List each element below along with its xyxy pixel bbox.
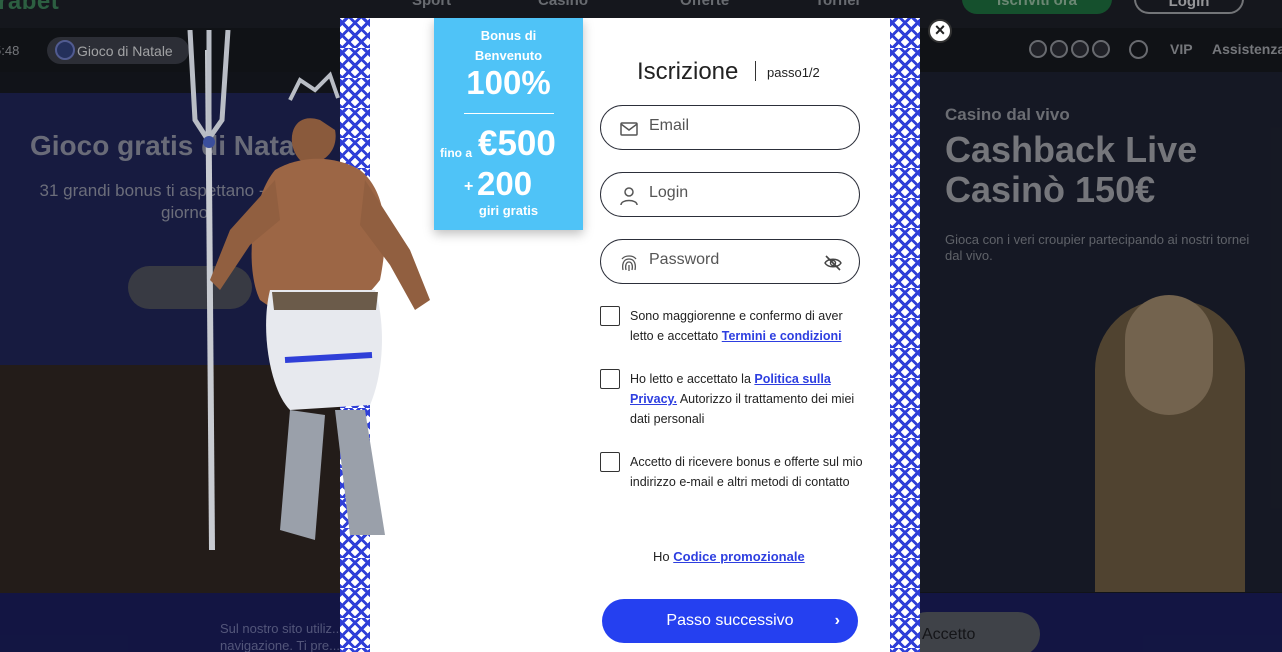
meander-border-right bbox=[890, 18, 920, 652]
title-divider bbox=[755, 61, 756, 81]
close-icon[interactable]: × bbox=[928, 19, 952, 43]
password-input[interactable] bbox=[649, 251, 819, 269]
envelope-icon bbox=[620, 122, 638, 136]
warrior-illustration bbox=[187, 30, 430, 551]
eye-off-icon[interactable] bbox=[823, 253, 843, 273]
registration-title: Iscrizione bbox=[637, 58, 739, 85]
bonus-line2: Benvenuto bbox=[474, 48, 543, 63]
bonus-amount: €500 bbox=[478, 124, 556, 163]
chevron-right-icon: › bbox=[834, 612, 840, 629]
fingerprint-icon bbox=[621, 255, 637, 271]
terms-checkbox[interactable] bbox=[600, 306, 620, 326]
next-step-button[interactable]: Passo successivo › bbox=[602, 599, 858, 643]
terms-label: Sono maggiorenne e confermo di aver lett… bbox=[630, 306, 866, 346]
promo-prefix: Ho bbox=[653, 549, 674, 564]
privacy-label: Ho letto e accettato la Politica sulla P… bbox=[630, 369, 866, 429]
terms-link[interactable]: Termini e condizioni bbox=[722, 329, 842, 343]
privacy-checkbox[interactable] bbox=[600, 369, 620, 389]
marketing-checkbox[interactable] bbox=[600, 452, 620, 472]
login-input[interactable] bbox=[649, 184, 819, 202]
next-step-label: Passo successivo bbox=[666, 612, 794, 629]
registration-step: passo1/2 bbox=[767, 65, 820, 80]
bonus-divider bbox=[464, 113, 554, 114]
privacy-text-a: Ho letto e accettato la bbox=[630, 372, 755, 386]
promo-code-row: Ho Codice promozionale bbox=[653, 549, 805, 564]
trident-icon bbox=[187, 30, 231, 551]
bonus-spins: 200 bbox=[477, 165, 533, 202]
bonus-line1: Bonus di bbox=[480, 28, 537, 43]
user-icon bbox=[620, 187, 638, 206]
promo-code-link[interactable]: Codice promozionale bbox=[673, 549, 804, 564]
password-field[interactable] bbox=[600, 239, 860, 284]
email-input[interactable] bbox=[649, 117, 819, 135]
email-field[interactable] bbox=[600, 105, 860, 150]
login-field[interactable] bbox=[600, 172, 860, 217]
marketing-label: Accetto di ricevere bonus e offerte sul … bbox=[630, 455, 863, 489]
